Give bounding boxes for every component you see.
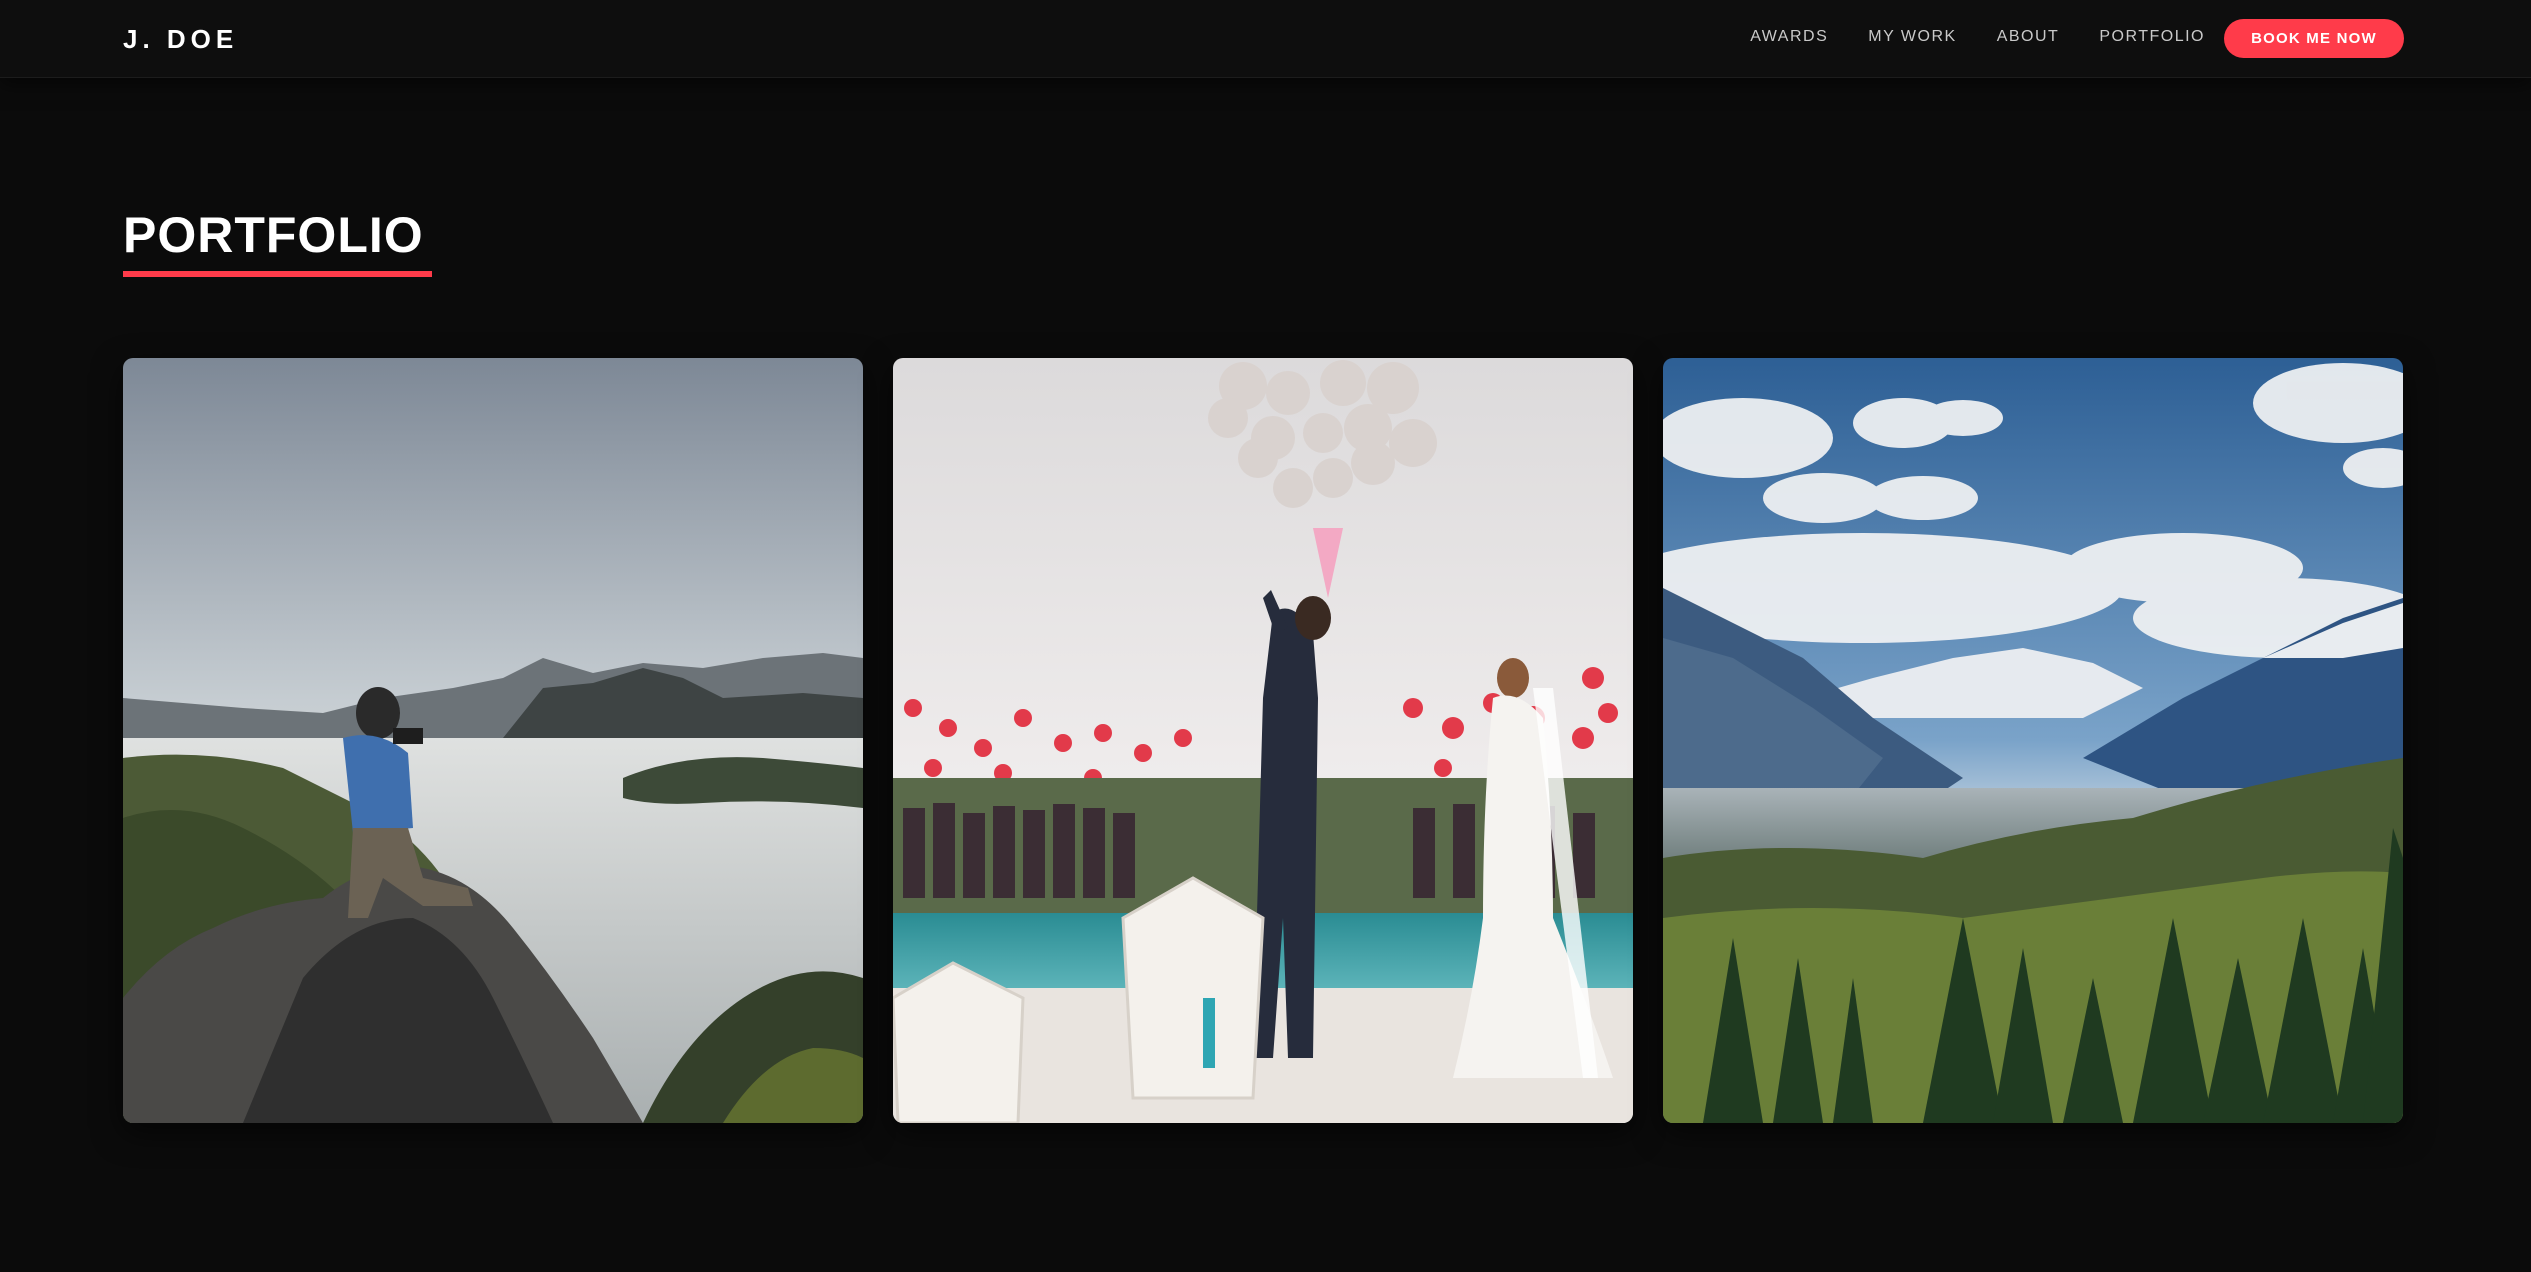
nav-link-portfolio[interactable]: PORTFOLIO: [2099, 28, 2205, 46]
title-underline: [123, 271, 432, 277]
main-nav: AWARDS MY WORK ABOUT PORTFOLIO: [1750, 28, 2205, 46]
wedding-photo-image: [893, 358, 1633, 1123]
portfolio-item-hiker[interactable]: [123, 358, 863, 1123]
portfolio-item-wedding[interactable]: [893, 358, 1633, 1123]
nav-link-my-work[interactable]: MY WORK: [1868, 28, 1956, 46]
nav-link-about[interactable]: ABOUT: [1997, 28, 2060, 46]
book-me-now-button[interactable]: BOOK ME NOW: [2224, 19, 2404, 58]
hiker-photo-image: [123, 358, 863, 1123]
navbar: J. DOE AWARDS MY WORK ABOUT PORTFOLIO BO…: [0, 0, 2531, 78]
brand-logo[interactable]: J. DOE: [123, 24, 238, 55]
section-title: PORTFOLIO: [123, 207, 424, 263]
nav-link-awards[interactable]: AWARDS: [1750, 28, 1828, 46]
landscape-photo-image: [1663, 358, 2403, 1123]
portfolio-item-landscape[interactable]: [1663, 358, 2403, 1123]
portfolio-gallery: [123, 358, 2404, 1123]
